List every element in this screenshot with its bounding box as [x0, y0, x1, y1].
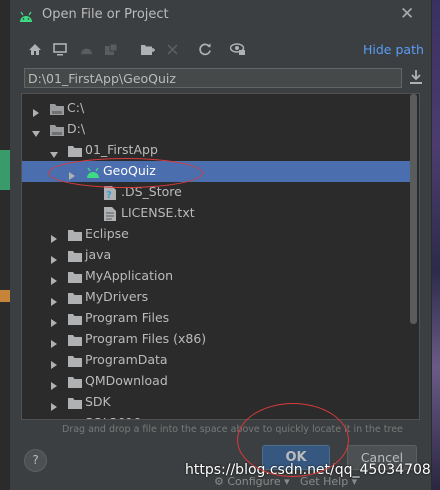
path-input[interactable]: D:\01_FirstApp\GeoQuiz: [24, 68, 402, 88]
unknown-file-icon: ?: [103, 185, 119, 201]
tree-row[interactable]: 01_FirstApp: [22, 140, 410, 161]
help-button[interactable]: ?: [24, 449, 47, 472]
chevron-right-icon[interactable]: [49, 418, 59, 419]
tree-row-label: LICENSE.txt: [121, 205, 195, 220]
desktop-icon[interactable]: [51, 40, 69, 58]
tree-row[interactable]: java: [22, 245, 410, 266]
chevron-right-icon[interactable]: [49, 334, 59, 348]
new-folder-icon[interactable]: [138, 40, 156, 58]
text-file-icon: [103, 206, 119, 221]
tree-row[interactable]: QMDownload: [22, 371, 410, 392]
chevron-right-icon[interactable]: [49, 397, 59, 411]
chevron-down-icon[interactable]: [49, 145, 59, 158]
android-icon: [18, 8, 34, 27]
chevron-right-icon[interactable]: [49, 376, 59, 390]
tree-row-label: C:\: [67, 100, 85, 115]
tree-row[interactable]: Program Files (x86): [22, 329, 410, 350]
tree-row[interactable]: SDK: [22, 392, 410, 413]
tree-row-label: java: [85, 247, 112, 262]
folder-icon: [67, 332, 83, 346]
drive-icon: [49, 101, 65, 115]
tree-row-label: Eclipse: [85, 226, 129, 241]
tree-row[interactable]: Program Files: [22, 308, 410, 329]
close-icon[interactable]: ✕: [400, 4, 414, 24]
tree-row[interactable]: SQL2019: [22, 413, 410, 419]
chevron-right-icon[interactable]: [49, 271, 59, 285]
folder-icon: [67, 248, 83, 262]
tree-row[interactable]: C:\: [22, 98, 410, 119]
tree-row-label: GeoQuiz: [103, 163, 156, 178]
folder-icon: [67, 416, 83, 419]
tree-row[interactable]: GeoQuiz: [22, 161, 410, 182]
tree-row-label: MyDrivers: [85, 289, 149, 304]
show-hidden-icon[interactable]: [229, 40, 247, 58]
svg-text:?: ?: [106, 190, 112, 201]
tree-row-label: Program Files: [85, 310, 170, 325]
chevron-right-icon[interactable]: [49, 355, 59, 369]
tree-row-label: SDK: [85, 394, 111, 409]
chevron-right-icon[interactable]: [49, 313, 59, 327]
tree-row[interactable]: MyDrivers: [22, 287, 410, 308]
hide-path-link[interactable]: Hide path: [363, 42, 424, 57]
tree-row-label: MyApplication: [85, 268, 174, 283]
chevron-right-icon[interactable]: [49, 250, 59, 264]
watermark-text: https://blog.csdn.net/qq_45034708: [185, 462, 431, 478]
delete-icon: [163, 40, 181, 58]
open-file-dialog: Open File or Project ✕ Hide path D:\01_F…: [10, 0, 432, 490]
folder-icon: [67, 311, 83, 325]
android-icon: [77, 40, 95, 58]
folder-icon: [67, 143, 83, 157]
tree-row-label: ProgramData: [85, 352, 168, 367]
desktop-wallpaper: [431, 0, 440, 490]
folder-icon: [67, 374, 83, 388]
tree-row[interactable]: D:\: [22, 119, 410, 140]
tree-row-label: Program Files (x86): [85, 331, 207, 346]
chevron-right-icon[interactable]: [49, 292, 59, 306]
folder-icon: [67, 290, 83, 304]
tree-row-label: 01_FirstApp: [85, 142, 158, 157]
tree-row-label: .DS_Store: [121, 184, 182, 199]
drag-drop-hint: Drag and drop a file into the space abov…: [62, 424, 403, 435]
chevron-right-icon[interactable]: [49, 229, 59, 243]
tree-row[interactable]: Eclipse: [22, 224, 410, 245]
download-icon[interactable]: [409, 69, 425, 87]
refresh-icon[interactable]: [196, 40, 214, 58]
folder-icon: [67, 353, 83, 367]
file-tree[interactable]: C:\ D:\ 01_FirstApp GeoQuiz? .DS_Store LICENS…: [21, 93, 420, 420]
chevron-right-icon[interactable]: [67, 166, 77, 180]
dialog-titlebar: Open File or Project ✕: [10, 0, 431, 30]
tree-row[interactable]: ProgramData: [22, 350, 410, 371]
folder-icon: [67, 395, 83, 409]
chevron-right-icon[interactable]: [31, 103, 41, 117]
folder-icon: [67, 227, 83, 241]
chevron-down-icon[interactable]: [31, 124, 41, 137]
tree-scrollbar[interactable]: [410, 94, 417, 324]
tree-row[interactable]: LICENSE.txt: [22, 203, 410, 224]
tree-row[interactable]: ? .DS_Store: [22, 182, 410, 203]
tree-row-label: QMDownload: [85, 373, 168, 388]
drive-icon: [49, 122, 65, 136]
home-icon[interactable]: [26, 40, 44, 58]
ide-background: [0, 0, 10, 490]
module-icon: [102, 40, 120, 58]
tree-row[interactable]: MyApplication: [22, 266, 410, 287]
android-icon: [85, 164, 101, 178]
folder-icon: [67, 269, 83, 283]
tree-row-label: SQL2019: [85, 415, 142, 419]
dialog-toolbar: Hide path: [10, 36, 431, 64]
dialog-title: Open File or Project: [42, 7, 169, 22]
tree-row-label: D:\: [67, 121, 86, 136]
